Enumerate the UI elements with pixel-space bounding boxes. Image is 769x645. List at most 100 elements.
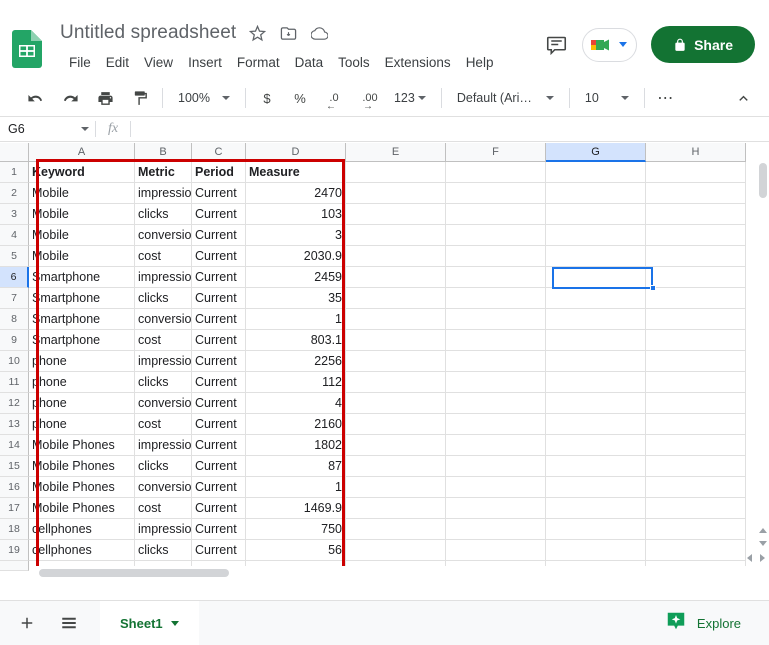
menu-format[interactable]: Format <box>230 53 287 72</box>
cell-A12[interactable]: phone <box>29 393 135 414</box>
row-header-10[interactable]: 10 <box>0 351 29 372</box>
formula-input[interactable] <box>131 117 769 141</box>
cell-B17[interactable]: cost <box>135 498 192 519</box>
menu-help[interactable]: Help <box>459 53 501 72</box>
cell-C5[interactable]: Current <box>192 246 246 267</box>
cell-D7[interactable]: 35 <box>246 288 346 309</box>
menu-file[interactable]: File <box>62 53 98 72</box>
row-header-7[interactable]: 7 <box>0 288 29 309</box>
cell-C18[interactable]: Current <box>192 519 246 540</box>
row-header-6[interactable]: 6 <box>0 267 29 288</box>
sheet-tab-sheet1[interactable]: Sheet1 <box>100 601 199 645</box>
cell-B2[interactable]: impressions <box>135 183 192 204</box>
cell-C9[interactable]: Current <box>192 330 246 351</box>
cell-B7[interactable]: clicks <box>135 288 192 309</box>
cell-C19[interactable]: Current <box>192 540 246 561</box>
cell-C4[interactable]: Current <box>192 225 246 246</box>
page-title[interactable]: Untitled spreadsheet <box>60 22 236 44</box>
cell-H9[interactable] <box>646 330 746 351</box>
menu-edit[interactable]: Edit <box>99 53 136 72</box>
cell-C6[interactable]: Current <box>192 267 246 288</box>
font-size-selector[interactable]: 10 <box>579 91 635 105</box>
cell-A8[interactable]: Smartphone <box>29 309 135 330</box>
cell-B1[interactable]: Metric <box>135 162 192 183</box>
cell-H5[interactable] <box>646 246 746 267</box>
cell-G15[interactable] <box>546 456 646 477</box>
more-options-button[interactable]: ⋯ <box>654 85 678 111</box>
cell-G13[interactable] <box>546 414 646 435</box>
row-header-1[interactable]: 1 <box>0 162 29 183</box>
cell-A6[interactable]: Smartphone <box>29 267 135 288</box>
cell-G2[interactable] <box>546 183 646 204</box>
scroll-right-button[interactable] <box>756 551 769 564</box>
cell-G14[interactable] <box>546 435 646 456</box>
cell-B5[interactable]: cost <box>135 246 192 267</box>
cell-G1[interactable] <box>546 162 646 183</box>
cell-H16[interactable] <box>646 477 746 498</box>
cell-A16[interactable]: Mobile Phones <box>29 477 135 498</box>
cell-E6[interactable] <box>346 267 446 288</box>
cell-D19[interactable]: 56 <box>246 540 346 561</box>
google-meet-button[interactable] <box>582 28 637 62</box>
cell-F4[interactable] <box>446 225 546 246</box>
menu-extensions[interactable]: Extensions <box>378 53 458 72</box>
cell-H1[interactable] <box>646 162 746 183</box>
increase-decimal-button[interactable]: .00 → <box>356 85 384 111</box>
cell-D9[interactable]: 803.1 <box>246 330 346 351</box>
cell-D18[interactable]: 750 <box>246 519 346 540</box>
collapse-toolbar-icon[interactable] <box>731 86 755 110</box>
menu-insert[interactable]: Insert <box>181 53 229 72</box>
cell-C15[interactable]: Current <box>192 456 246 477</box>
row-header-4[interactable]: 4 <box>0 225 29 246</box>
number-format-selector[interactable]: 123 <box>388 91 432 105</box>
cell-G9[interactable] <box>546 330 646 351</box>
cell-B13[interactable]: cost <box>135 414 192 435</box>
column-header-f[interactable]: F <box>446 143 546 162</box>
column-header-c[interactable]: C <box>192 143 246 162</box>
column-header-g[interactable]: G <box>546 143 646 162</box>
cell-A14[interactable]: Mobile Phones <box>29 435 135 456</box>
cell-D5[interactable]: 2030.9 <box>246 246 346 267</box>
column-header-d[interactable]: D <box>246 143 346 162</box>
row-header-5[interactable]: 5 <box>0 246 29 267</box>
undo-icon[interactable] <box>22 85 48 111</box>
menu-data[interactable]: Data <box>288 53 331 72</box>
cell-E14[interactable] <box>346 435 446 456</box>
cell-H18[interactable] <box>646 519 746 540</box>
cell-A18[interactable]: cellphones <box>29 519 135 540</box>
cell-H2[interactable] <box>646 183 746 204</box>
cell-G3[interactable] <box>546 204 646 225</box>
row-header-19[interactable]: 19 <box>0 540 29 561</box>
cell-E3[interactable] <box>346 204 446 225</box>
cell-F19[interactable] <box>446 540 546 561</box>
row-header-17[interactable]: 17 <box>0 498 29 519</box>
cell-F2[interactable] <box>446 183 546 204</box>
row-header-9[interactable]: 9 <box>0 330 29 351</box>
cell-D16[interactable]: 1 <box>246 477 346 498</box>
percent-format-button[interactable]: % <box>288 85 312 111</box>
cell-A11[interactable]: phone <box>29 372 135 393</box>
cell-E12[interactable] <box>346 393 446 414</box>
cell-G5[interactable] <box>546 246 646 267</box>
cell-A13[interactable]: phone <box>29 414 135 435</box>
cell-G10[interactable] <box>546 351 646 372</box>
cell-E7[interactable] <box>346 288 446 309</box>
cell-F10[interactable] <box>446 351 546 372</box>
sheets-document-icon[interactable] <box>12 30 42 68</box>
redo-icon[interactable] <box>57 85 83 111</box>
move-to-folder-icon[interactable] <box>279 24 298 43</box>
cell-G16[interactable] <box>546 477 646 498</box>
cell-F6[interactable] <box>446 267 546 288</box>
cell-H12[interactable] <box>646 393 746 414</box>
print-icon[interactable] <box>92 85 118 111</box>
horizontal-scrollbar[interactable] <box>29 566 756 580</box>
cell-F5[interactable] <box>446 246 546 267</box>
cell-H10[interactable] <box>646 351 746 372</box>
cell-C3[interactable]: Current <box>192 204 246 225</box>
cell-E2[interactable] <box>346 183 446 204</box>
cell-F11[interactable] <box>446 372 546 393</box>
cell-H8[interactable] <box>646 309 746 330</box>
cell-H6[interactable] <box>646 267 746 288</box>
name-box[interactable]: G6 <box>0 117 95 141</box>
menu-tools[interactable]: Tools <box>331 53 377 72</box>
